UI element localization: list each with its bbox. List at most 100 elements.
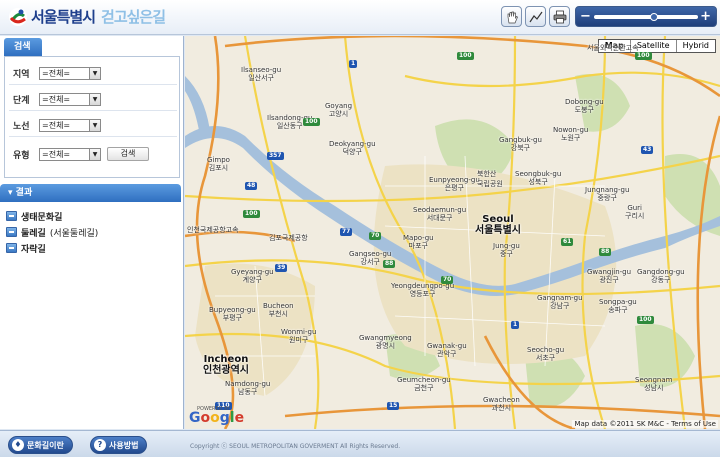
district-label: Gwacheon 과천시 bbox=[483, 396, 520, 412]
folder-icon bbox=[6, 227, 17, 237]
route-shield: 100 bbox=[457, 52, 474, 60]
district-label: Jung-gu 중구 bbox=[493, 242, 520, 258]
place-label: 서울외곽순환고속 bbox=[587, 44, 639, 52]
site-logo[interactable]: 서울특별시 걷고싶은길 bbox=[8, 6, 166, 27]
district-label: Seongbuk-gu 성북구 bbox=[515, 170, 562, 186]
google-logo-letter: o bbox=[200, 410, 211, 426]
district-label: Gangnam-gu 강남구 bbox=[537, 294, 583, 310]
printer-icon bbox=[553, 10, 566, 23]
pan-tool-button[interactable] bbox=[501, 6, 522, 27]
district-label: Bupyeong-gu 부평구 bbox=[209, 306, 256, 322]
route-shield: 100 bbox=[243, 210, 260, 218]
dropdown-arrow-icon[interactable]: ▼ bbox=[89, 120, 100, 131]
city-name: 서울특별시 bbox=[31, 8, 96, 26]
folder-icon bbox=[6, 243, 17, 253]
district-label: Gimpo 김포시 bbox=[207, 156, 230, 172]
dropdown-arrow-icon[interactable]: ▼ bbox=[89, 68, 100, 79]
route-shield: 88 bbox=[383, 260, 396, 268]
footer: ♦ 문화길이란 ? 사용방법 Copyright ⓒ SEOUL METROPO… bbox=[0, 430, 720, 457]
route-shield: 100 bbox=[635, 52, 652, 60]
route-shield: 70 bbox=[441, 276, 454, 284]
result-item[interactable]: 둘레길 (서울둘레길) bbox=[6, 224, 178, 240]
results-list: 생태문화길 둘레길 (서울둘레길) 자락길 bbox=[6, 208, 178, 256]
filter-label: 단계 bbox=[13, 96, 30, 106]
zoom-slider[interactable]: − + bbox=[575, 6, 717, 27]
place-label: 북한산 bbox=[477, 170, 497, 178]
header: 서울특별시 걷고싶은길 − + bbox=[0, 0, 720, 35]
dropdown-arrow-icon[interactable]: ▼ bbox=[89, 94, 100, 105]
map-view[interactable]: Map Satellite Hybrid Ilsanseo-gu 일산서구 Ilsand… bbox=[185, 36, 720, 429]
district-label: Gyeyang-gu 계양구 bbox=[231, 268, 274, 284]
measure-tool-button[interactable] bbox=[525, 6, 546, 27]
city-label: Seoul 서울특별시 bbox=[475, 214, 521, 236]
filter-label: 유형 bbox=[13, 150, 30, 161]
place-label: 인천국제공항고속 bbox=[187, 226, 239, 234]
district-label: Songpa-gu 송파구 bbox=[599, 298, 637, 314]
dropdown-arrow-icon[interactable]: ▼ bbox=[89, 148, 100, 160]
route-shield: 39 bbox=[275, 264, 288, 272]
print-tool-button[interactable] bbox=[549, 6, 570, 27]
region-select[interactable]: =전체= ▼ bbox=[39, 67, 101, 80]
culture-path-button[interactable]: ♦ 문화길이란 bbox=[8, 436, 73, 454]
district-label: Yeongdeungpo-gu 영등포구 bbox=[391, 282, 455, 298]
copyright-text: Copyright ⓒ SEOUL METROPOLITAN GOVERMENT… bbox=[190, 443, 401, 450]
route-shield: 48 bbox=[245, 182, 258, 190]
district-label: Eunpyeong-gu 은평구 bbox=[429, 176, 480, 192]
question-icon: ? bbox=[94, 439, 106, 451]
district-label: Seongnam 성남시 bbox=[635, 376, 673, 392]
zoom-in-icon[interactable]: + bbox=[700, 9, 711, 24]
route-shield: 61 bbox=[561, 238, 574, 246]
filter-row-route: 노선 =전체= ▼ bbox=[9, 115, 177, 137]
route-shield: 70 bbox=[369, 232, 382, 240]
walker-icon: ♦ bbox=[12, 439, 24, 451]
map-type-hybrid[interactable]: Hybrid bbox=[675, 40, 715, 52]
filter-label: 노선 bbox=[13, 122, 30, 132]
search-tab[interactable]: 검색 bbox=[4, 38, 42, 56]
results-header[interactable]: ▾ 결과 bbox=[0, 184, 181, 202]
site-name: 걷고싶은길 bbox=[101, 8, 166, 26]
route-select[interactable]: =전체= ▼ bbox=[39, 119, 101, 132]
district-label: Goyang 고양시 bbox=[325, 102, 353, 118]
polyline-icon bbox=[529, 11, 542, 22]
district-label: Gwanak-gu 관악구 bbox=[427, 342, 467, 358]
help-button[interactable]: ? 사용방법 bbox=[90, 436, 148, 454]
filter-row-type: 유형 =전체= ▼ 검색 bbox=[9, 143, 177, 165]
district-label: Mapo-gu 마포구 bbox=[403, 234, 434, 250]
district-label: Geumcheon-gu 금천구 bbox=[397, 376, 451, 392]
district-label: Gangdong-gu 강동구 bbox=[637, 268, 685, 284]
google-logo-letter: o bbox=[210, 410, 220, 426]
route-shield: 1 bbox=[511, 321, 520, 329]
map-attribution[interactable]: Map data ©2011 SK M&C - Terms of Use bbox=[572, 420, 718, 428]
district-label: Gwangjin-gu 광진구 bbox=[587, 268, 632, 284]
district-label: Wonmi-gu 원미구 bbox=[281, 328, 317, 344]
place-label: 국립공원 bbox=[477, 180, 503, 188]
route-shield: 77 bbox=[340, 228, 353, 236]
route-shield: 357 bbox=[267, 152, 284, 160]
google-logo-letter: G bbox=[189, 410, 201, 426]
type-select[interactable]: =전체= ▼ bbox=[39, 147, 101, 161]
sidebar: 검색 지역 =전체= ▼ 단계 =전체= ▼ 노선 =전체= ▼ 유형 =전체=… bbox=[0, 36, 184, 429]
filter-row-region: 지역 =전체= ▼ bbox=[9, 63, 177, 85]
result-item[interactable]: 자락길 bbox=[6, 240, 178, 256]
route-shield: 43 bbox=[641, 146, 654, 154]
zoom-track[interactable] bbox=[594, 15, 698, 19]
route-shield: 88 bbox=[599, 248, 612, 256]
district-label: Dobong-gu 도봉구 bbox=[565, 98, 604, 114]
google-logo[interactable]: Google bbox=[189, 410, 244, 426]
seoul-logo-icon bbox=[9, 7, 27, 26]
filter-label: 지역 bbox=[13, 70, 30, 80]
stage-select[interactable]: =전체= ▼ bbox=[39, 93, 101, 106]
district-label: Seocho-gu 서초구 bbox=[527, 346, 565, 362]
hand-icon bbox=[507, 11, 518, 23]
district-label: Nowon-gu 노원구 bbox=[553, 126, 589, 142]
route-shield: 1 bbox=[349, 60, 358, 68]
map-canvas bbox=[185, 36, 720, 429]
folder-icon bbox=[6, 211, 17, 221]
district-label: Ilsanseo-gu 일산서구 bbox=[241, 66, 282, 82]
district-label: Guri 구리시 bbox=[625, 204, 645, 220]
route-shield: 15 bbox=[387, 402, 400, 410]
search-button[interactable]: 검색 bbox=[107, 147, 149, 161]
zoom-thumb[interactable] bbox=[650, 13, 658, 21]
result-item[interactable]: 생태문화길 bbox=[6, 208, 178, 224]
zoom-out-icon[interactable]: − bbox=[580, 9, 591, 24]
